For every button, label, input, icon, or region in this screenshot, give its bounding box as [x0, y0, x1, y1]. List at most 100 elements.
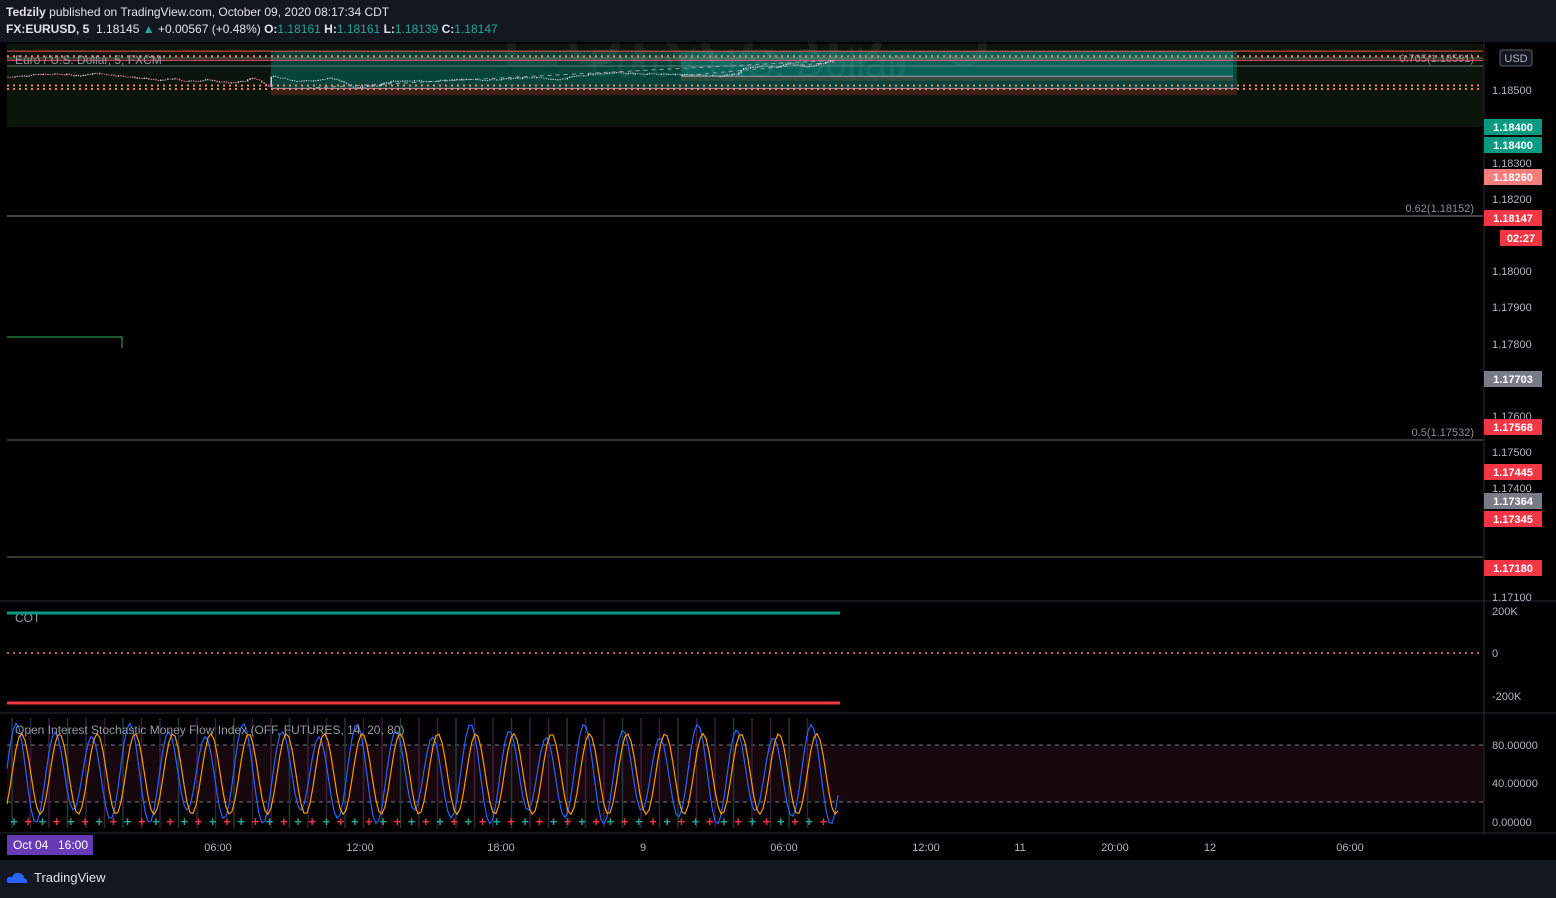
candle-body	[505, 78, 507, 80]
candle-body	[625, 73, 627, 75]
author-name[interactable]: Tedzily	[6, 5, 46, 19]
candle-body	[745, 68, 747, 69]
candle-body	[103, 73, 106, 75]
tradingview-logo[interactable]: TradingView	[6, 870, 106, 885]
candle-body	[778, 66, 780, 68]
candle-body	[524, 77, 526, 79]
candle-body	[517, 77, 519, 79]
candle-body	[662, 73, 665, 75]
candle-body	[582, 75, 585, 77]
candle-body	[16, 75, 19, 77]
chart-frame[interactable]: EURUSD, 5Euro / U.S. Dollar0.705(1.18591…	[0, 42, 1556, 860]
candle-body	[120, 75, 122, 77]
oscillator-signal-marker: +	[408, 814, 416, 829]
candle-body	[601, 73, 604, 75]
price-axis-tick: 1.18300	[1492, 158, 1532, 170]
candle-body	[498, 79, 500, 81]
candle-body	[80, 75, 82, 77]
candle-body	[94, 73, 96, 74]
candle-body	[658, 74, 660, 75]
candle-body	[613, 72, 616, 74]
candle-body	[258, 79, 261, 81]
candle-body	[679, 73, 681, 75]
candle-body	[162, 79, 164, 81]
candle-body	[371, 85, 374, 87]
time-axis-tick: 12	[1204, 842, 1216, 854]
candle-body	[33, 74, 35, 76]
currency-button-label: USD	[1504, 53, 1527, 65]
candle-body	[289, 79, 291, 81]
price-badge-label: 1.17568	[1493, 422, 1533, 434]
oscillator-signal-marker: +	[465, 814, 473, 829]
oscillator-signal-marker: +	[706, 814, 714, 829]
candle-body	[190, 80, 193, 82]
candle-body	[75, 75, 77, 76]
price-badge-label: 1.18400	[1493, 140, 1533, 152]
candle-body	[91, 73, 94, 75]
time-start-time: 16:00	[58, 838, 88, 852]
candle-body	[416, 80, 418, 82]
candle-body	[256, 78, 258, 80]
candle-body	[653, 73, 656, 75]
tradingview-brand: TradingView	[34, 870, 106, 885]
candle-body	[632, 72, 634, 75]
chart-canvas[interactable]: EURUSD, 5Euro / U.S. Dollar0.705(1.18591…	[0, 42, 1556, 860]
candle-body	[164, 79, 167, 81]
candle-body	[77, 75, 80, 77]
candle-body	[731, 74, 733, 76]
candle-body	[615, 72, 618, 74]
candle-body	[122, 75, 124, 77]
candle-body	[660, 73, 663, 75]
oscillator-signal-marker: +	[720, 814, 728, 829]
candle-body	[787, 63, 789, 65]
oscillator-axis-tick: 80.00000	[1492, 740, 1538, 752]
time-axis-tick: 12:00	[346, 842, 374, 854]
candle-body	[484, 80, 486, 82]
candle-body	[305, 80, 308, 82]
candle-body	[303, 80, 305, 82]
candle-body	[14, 76, 16, 78]
candle-body	[618, 72, 620, 74]
candle-body	[747, 68, 750, 69]
tradingview-cloud-icon	[6, 872, 28, 883]
candle-body	[700, 74, 703, 76]
candle-body	[545, 78, 547, 79]
candle-body	[390, 81, 392, 83]
oscillator-signal-marker: +	[607, 814, 615, 829]
candle-body	[223, 81, 225, 83]
candle-body	[42, 73, 45, 76]
oscillator-signal-marker: +	[692, 814, 700, 829]
oscillator-signal-marker: +	[749, 814, 757, 829]
candle-body	[810, 65, 813, 67]
cot-axis-tick: 200K	[1492, 606, 1518, 618]
candle-body	[362, 86, 364, 88]
candle-body	[244, 80, 247, 82]
candle-body	[228, 82, 230, 84]
candle-body	[174, 78, 176, 80]
oscillator-signal-marker: +	[436, 814, 444, 829]
oscillator-signal-marker: +	[138, 814, 146, 829]
price-badge-label: 1.17180	[1493, 563, 1533, 575]
oscillator-signal-marker: +	[195, 814, 203, 829]
candle-body	[820, 63, 822, 65]
candle-body	[547, 78, 550, 80]
candle-body	[768, 66, 771, 68]
price-badge-label: 1.17703	[1493, 374, 1533, 386]
candle-body	[803, 66, 806, 67]
price-badge-label: 1.17445	[1493, 467, 1533, 479]
candle-body	[89, 74, 92, 75]
candle-body	[282, 77, 284, 79]
candle-body	[338, 79, 341, 82]
candle-body	[143, 78, 146, 80]
candle-body	[446, 79, 449, 81]
oscillator-signal-marker: +	[280, 814, 288, 829]
candle-body	[218, 81, 221, 83]
candle-body	[112, 74, 115, 76]
candle-body	[669, 74, 672, 75]
candle-body	[759, 66, 761, 68]
candle-body	[456, 79, 458, 81]
candle-body	[148, 78, 150, 80]
candle-body	[237, 81, 240, 83]
candle-body	[251, 77, 254, 79]
candle-body	[815, 64, 818, 66]
